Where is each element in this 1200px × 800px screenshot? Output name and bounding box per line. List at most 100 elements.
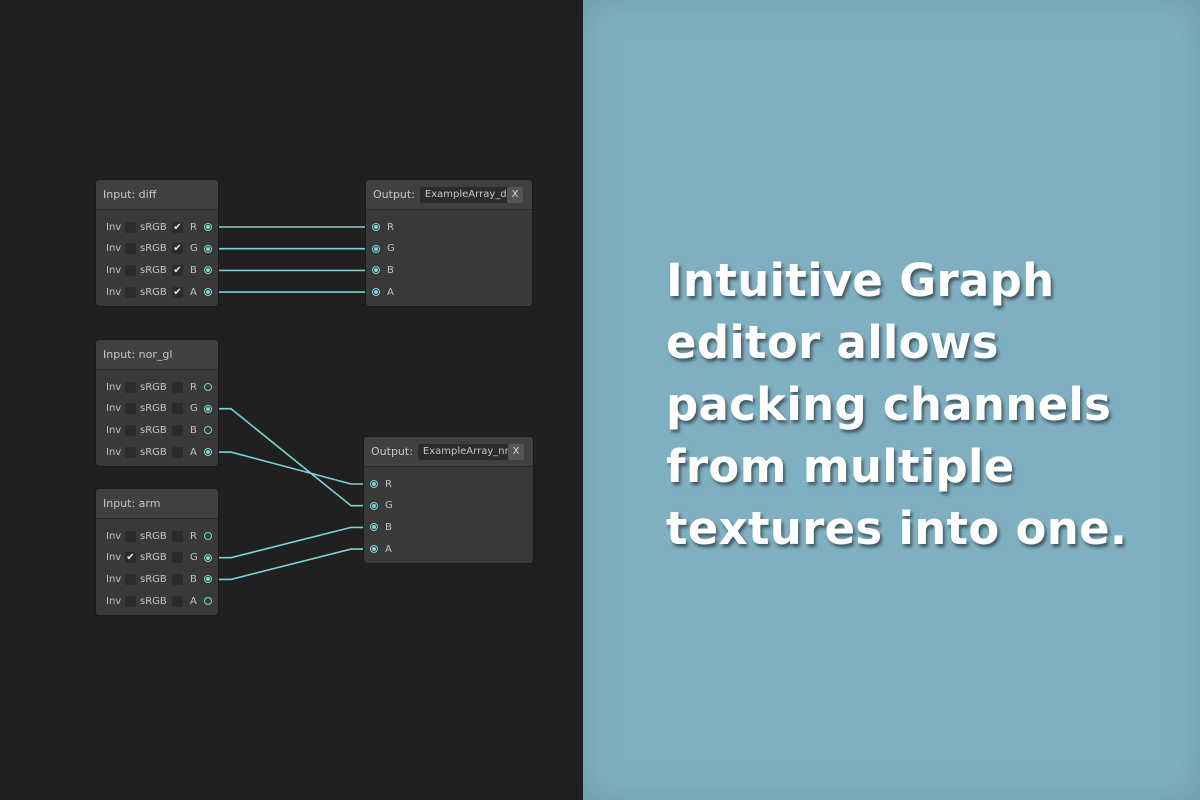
srgb-checkbox[interactable] bbox=[172, 552, 183, 564]
output-port-icon[interactable] bbox=[204, 532, 212, 540]
inv-label: Inv bbox=[106, 446, 122, 458]
input-node-nor-gl[interactable]: Input: nor_gl Inv sRGB R Inv sRGB G Inv sRGB B In… bbox=[96, 340, 218, 466]
node-title[interactable]: Input: arm bbox=[96, 489, 218, 519]
check-icon: ✔ bbox=[173, 286, 182, 298]
output-channel-row-b: B bbox=[364, 516, 533, 538]
srgb-checkbox[interactable] bbox=[172, 573, 183, 585]
output-port-icon[interactable] bbox=[204, 597, 212, 606]
channel-row-g: Inv sRGB ✔ G bbox=[96, 238, 218, 260]
channel-row-r: Inv sRGB R bbox=[96, 376, 218, 398]
node-title[interactable]: Input: nor_gl bbox=[96, 340, 218, 370]
output-port-icon[interactable] bbox=[204, 223, 212, 231]
inv-label: Inv bbox=[106, 595, 122, 607]
output-label: Output: bbox=[373, 188, 415, 201]
srgb-checkbox[interactable]: ✔ bbox=[172, 221, 183, 233]
channel-row-b: Inv sRGB B bbox=[96, 568, 218, 590]
channel-label: R bbox=[190, 381, 197, 393]
invert-checkbox[interactable] bbox=[125, 530, 136, 542]
inv-label: Inv bbox=[106, 221, 122, 233]
promo-line: Intuitive Graph bbox=[666, 254, 1055, 307]
invert-checkbox[interactable] bbox=[125, 573, 136, 585]
channel-label: B bbox=[190, 264, 197, 276]
invert-checkbox[interactable] bbox=[125, 221, 136, 233]
close-button[interactable]: X bbox=[508, 444, 524, 460]
output-port-icon[interactable] bbox=[204, 553, 212, 562]
promo-line: textures into one. bbox=[666, 502, 1128, 555]
input-port-icon[interactable] bbox=[370, 523, 378, 532]
srgb-checkbox[interactable] bbox=[172, 403, 183, 415]
srgb-checkbox[interactable] bbox=[172, 595, 183, 607]
invert-checkbox[interactable] bbox=[125, 243, 136, 255]
output-port-icon[interactable] bbox=[204, 448, 212, 457]
output-port-icon[interactable] bbox=[204, 426, 212, 435]
srgb-checkbox[interactable]: ✔ bbox=[172, 243, 183, 255]
invert-checkbox[interactable] bbox=[125, 403, 136, 415]
channel-label: G bbox=[190, 403, 198, 415]
check-icon: ✔ bbox=[173, 221, 182, 233]
invert-checkbox[interactable] bbox=[125, 264, 136, 276]
invert-checkbox[interactable] bbox=[125, 424, 136, 436]
srgb-checkbox[interactable]: ✔ bbox=[172, 286, 183, 298]
invert-checkbox[interactable]: ✔ bbox=[125, 552, 136, 564]
output-channel-row-g: G bbox=[364, 495, 533, 517]
input-node-arm[interactable]: Input: arm Inv sRGB R Inv ✔ sRGB G Inv sRGB B Inv s… bbox=[96, 489, 218, 615]
output-port-icon[interactable] bbox=[204, 575, 212, 584]
channel-row-g: Inv sRGB G bbox=[96, 398, 218, 420]
promo-line: from multiple bbox=[666, 440, 1015, 493]
channel-label: G bbox=[385, 500, 393, 512]
input-node-diff[interactable]: Input: diff Inv sRGB ✔ R Inv sRGB ✔ G Inv sRGB ✔ B I… bbox=[96, 180, 218, 306]
input-port-icon[interactable] bbox=[372, 288, 380, 297]
channel-label: G bbox=[190, 243, 198, 255]
channel-label: R bbox=[387, 221, 394, 233]
node-title[interactable]: Input: diff bbox=[96, 180, 218, 210]
output-channel-row-r: R bbox=[364, 473, 533, 495]
channel-label: A bbox=[190, 595, 197, 607]
input-port-icon[interactable] bbox=[372, 223, 380, 231]
srgb-label: sRGB bbox=[140, 446, 167, 458]
wire-nor_gl-A-to-ExampleArray_nrm-R[interactable] bbox=[212, 451, 370, 485]
input-port-icon[interactable] bbox=[372, 244, 380, 253]
graph-editor-canvas[interactable]: Input: diff Inv sRGB ✔ R Inv sRGB ✔ G Inv sRGB ✔ B I… bbox=[0, 0, 583, 800]
input-port-icon[interactable] bbox=[370, 545, 378, 554]
output-channel-row-a: A bbox=[366, 281, 532, 303]
srgb-checkbox[interactable] bbox=[172, 530, 183, 542]
channel-label: B bbox=[387, 264, 394, 276]
inv-label: Inv bbox=[106, 424, 122, 436]
wire-arm-B-to-ExampleArray_nrm-A[interactable] bbox=[212, 548, 370, 581]
output-port-icon[interactable] bbox=[204, 288, 212, 297]
output-node-nrm[interactable]: Output: ExampleArray_nrm X RGBA bbox=[364, 437, 533, 563]
wire-nor_gl-G-to-ExampleArray_nrm-G[interactable] bbox=[212, 407, 370, 507]
srgb-checkbox[interactable] bbox=[172, 446, 183, 458]
invert-checkbox[interactable] bbox=[125, 286, 136, 298]
srgb-checkbox[interactable]: ✔ bbox=[172, 264, 183, 276]
inv-label: Inv bbox=[106, 381, 122, 393]
srgb-checkbox[interactable] bbox=[172, 424, 183, 436]
output-port-icon[interactable] bbox=[204, 404, 212, 413]
channel-row-a: Inv sRGB A bbox=[96, 590, 218, 612]
channel-label: A bbox=[190, 446, 197, 458]
input-port-icon[interactable] bbox=[370, 501, 378, 510]
output-header: Output: ExampleArray_nrm X bbox=[364, 437, 533, 467]
output-port-icon[interactable] bbox=[204, 383, 212, 391]
srgb-label: sRGB bbox=[140, 552, 167, 564]
channel-row-r: Inv sRGB ✔ R bbox=[96, 216, 218, 238]
channel-label: B bbox=[190, 424, 197, 436]
invert-checkbox[interactable] bbox=[125, 381, 136, 393]
input-port-icon[interactable] bbox=[372, 266, 380, 275]
output-port-icon[interactable] bbox=[204, 266, 212, 275]
output-node-diff[interactable]: Output: ExampleArray_diff X RGBA bbox=[366, 180, 532, 306]
inv-label: Inv bbox=[106, 403, 122, 415]
output-channel-row-a: A bbox=[364, 538, 533, 560]
srgb-label: sRGB bbox=[140, 424, 167, 436]
close-button[interactable]: X bbox=[507, 187, 523, 203]
check-icon: ✔ bbox=[126, 552, 135, 564]
wire-arm-G-to-ExampleArray_nrm-B[interactable] bbox=[212, 526, 370, 559]
input-port-icon[interactable] bbox=[370, 480, 378, 488]
inv-label: Inv bbox=[106, 530, 122, 542]
srgb-label: sRGB bbox=[140, 530, 167, 542]
output-port-icon[interactable] bbox=[204, 244, 212, 253]
srgb-checkbox[interactable] bbox=[172, 381, 183, 393]
invert-checkbox[interactable] bbox=[125, 595, 136, 607]
channel-label: R bbox=[190, 530, 197, 542]
invert-checkbox[interactable] bbox=[125, 446, 136, 458]
